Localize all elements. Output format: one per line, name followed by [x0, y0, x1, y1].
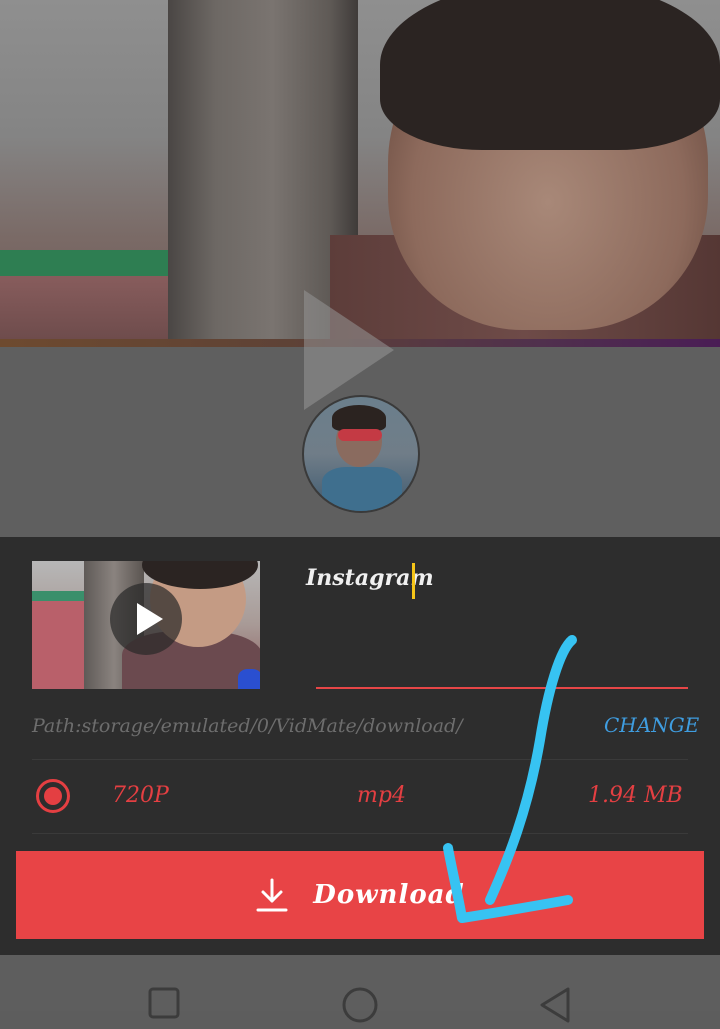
back-icon[interactable]	[536, 985, 576, 1025]
format-label[interactable]: mp4	[357, 783, 406, 808]
file-size-label: 1.94 MB	[588, 783, 683, 808]
recent-apps-icon[interactable]	[146, 985, 186, 1025]
profile-avatar[interactable]	[302, 395, 420, 513]
format-radio-selected[interactable]	[36, 779, 70, 813]
person-hair	[380, 0, 720, 150]
download-path: Path:storage/emulated/0/VidMate/download…	[32, 715, 463, 737]
video-preview[interactable]	[0, 0, 720, 340]
download-button[interactable]: Download	[16, 851, 704, 939]
background-field	[0, 270, 180, 340]
download-label: Download	[313, 880, 465, 910]
thumbnail-play-icon[interactable]	[110, 583, 182, 655]
resolution-label[interactable]: 720P	[112, 783, 169, 808]
divider	[32, 833, 688, 834]
download-icon	[255, 877, 289, 913]
download-sheet: Instagram Path:storage/emulated/0/VidMat…	[0, 537, 720, 955]
text-cursor	[412, 563, 415, 599]
system-navigation-bar	[0, 955, 720, 1023]
video-thumbnail[interactable]	[32, 561, 260, 689]
change-path-button[interactable]: CHANGE	[604, 713, 699, 737]
home-icon[interactable]	[340, 985, 380, 1025]
title-input-underline	[316, 687, 688, 689]
divider	[32, 759, 688, 760]
play-icon[interactable]	[304, 290, 394, 410]
background-green-band	[0, 250, 170, 276]
